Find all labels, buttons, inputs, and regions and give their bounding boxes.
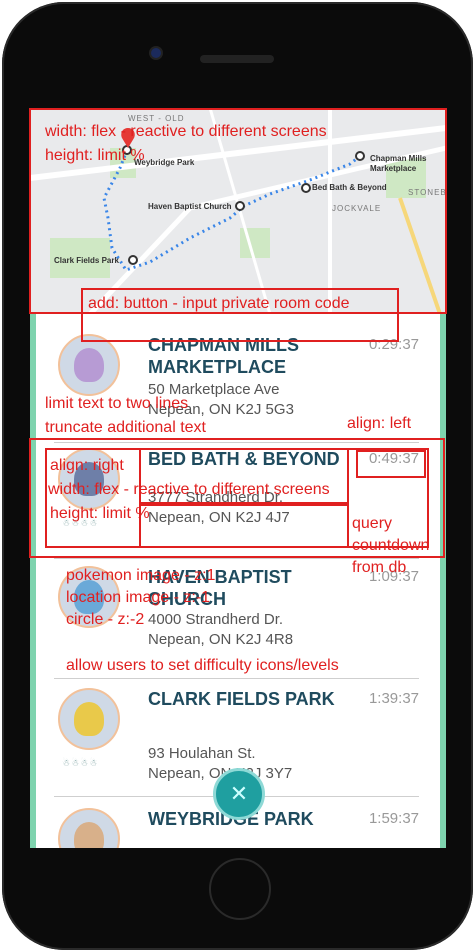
- avatar: [58, 688, 120, 750]
- speaker-grille: [200, 55, 274, 63]
- close-icon: ✕: [229, 781, 249, 806]
- close-button[interactable]: ✕: [213, 768, 265, 820]
- pokemon-image: [74, 348, 104, 382]
- address-line-2: Nepean, ON K2J 4R8: [148, 631, 294, 648]
- annotation-limit-text: limit text to two lines: [45, 395, 189, 412]
- annotation-row-width: width: flex - reactive to different scre…: [48, 481, 330, 498]
- address-line-1: 93 Houlahan St.: [148, 745, 256, 762]
- phone-frame: WEST - OLD Weybridge Park Chapman Mills …: [0, 0, 475, 952]
- location-name: CLARK FIELDS PARK: [148, 689, 335, 709]
- annotation-map-width: width: flex - reactive to different scre…: [45, 123, 327, 140]
- annotation-truncate: truncate additional text: [45, 419, 206, 436]
- pokemon-image: [74, 702, 104, 736]
- address-line-1: 4000 Strandherd Dr.: [148, 611, 284, 628]
- divider: [54, 678, 419, 679]
- avatar: [58, 808, 120, 848]
- annotation-address-box: [139, 504, 349, 548]
- annotation-location-z: location image - z:-1: [66, 589, 211, 606]
- difficulty-icons: ☃☃☃☃: [62, 758, 99, 768]
- list-border-right: [440, 314, 446, 848]
- countdown-time: 1:59:37: [368, 810, 419, 827]
- home-button[interactable]: [209, 858, 271, 920]
- add-private-room-button[interactable]: add: button - input private room code: [88, 294, 350, 314]
- annotation-query: query: [352, 515, 393, 532]
- annotation-map-height: height: limit %: [45, 147, 145, 164]
- camera-icon: [151, 48, 161, 58]
- annotation-align-left: align: left: [347, 415, 412, 432]
- countdown-time: 1:39:37: [368, 690, 419, 707]
- annotation-difficulty: allow users to set difficulty icons/leve…: [66, 657, 339, 674]
- annotation-circle-z: circle - z:-2: [66, 611, 145, 628]
- avatar: [58, 334, 120, 396]
- annotation-align-right: align: right: [50, 457, 124, 474]
- annotation-row-height: height: limit %: [50, 505, 150, 522]
- annotation-from-db: from db: [352, 559, 407, 576]
- location-name: WEYBRIDGE PARK: [148, 809, 314, 829]
- annotation-countdown: countdown: [352, 537, 430, 554]
- annotation-pokemon-z: pokemon image - z:1: [66, 567, 216, 584]
- pokemon-image: [74, 822, 104, 848]
- list-border-left: [30, 314, 36, 848]
